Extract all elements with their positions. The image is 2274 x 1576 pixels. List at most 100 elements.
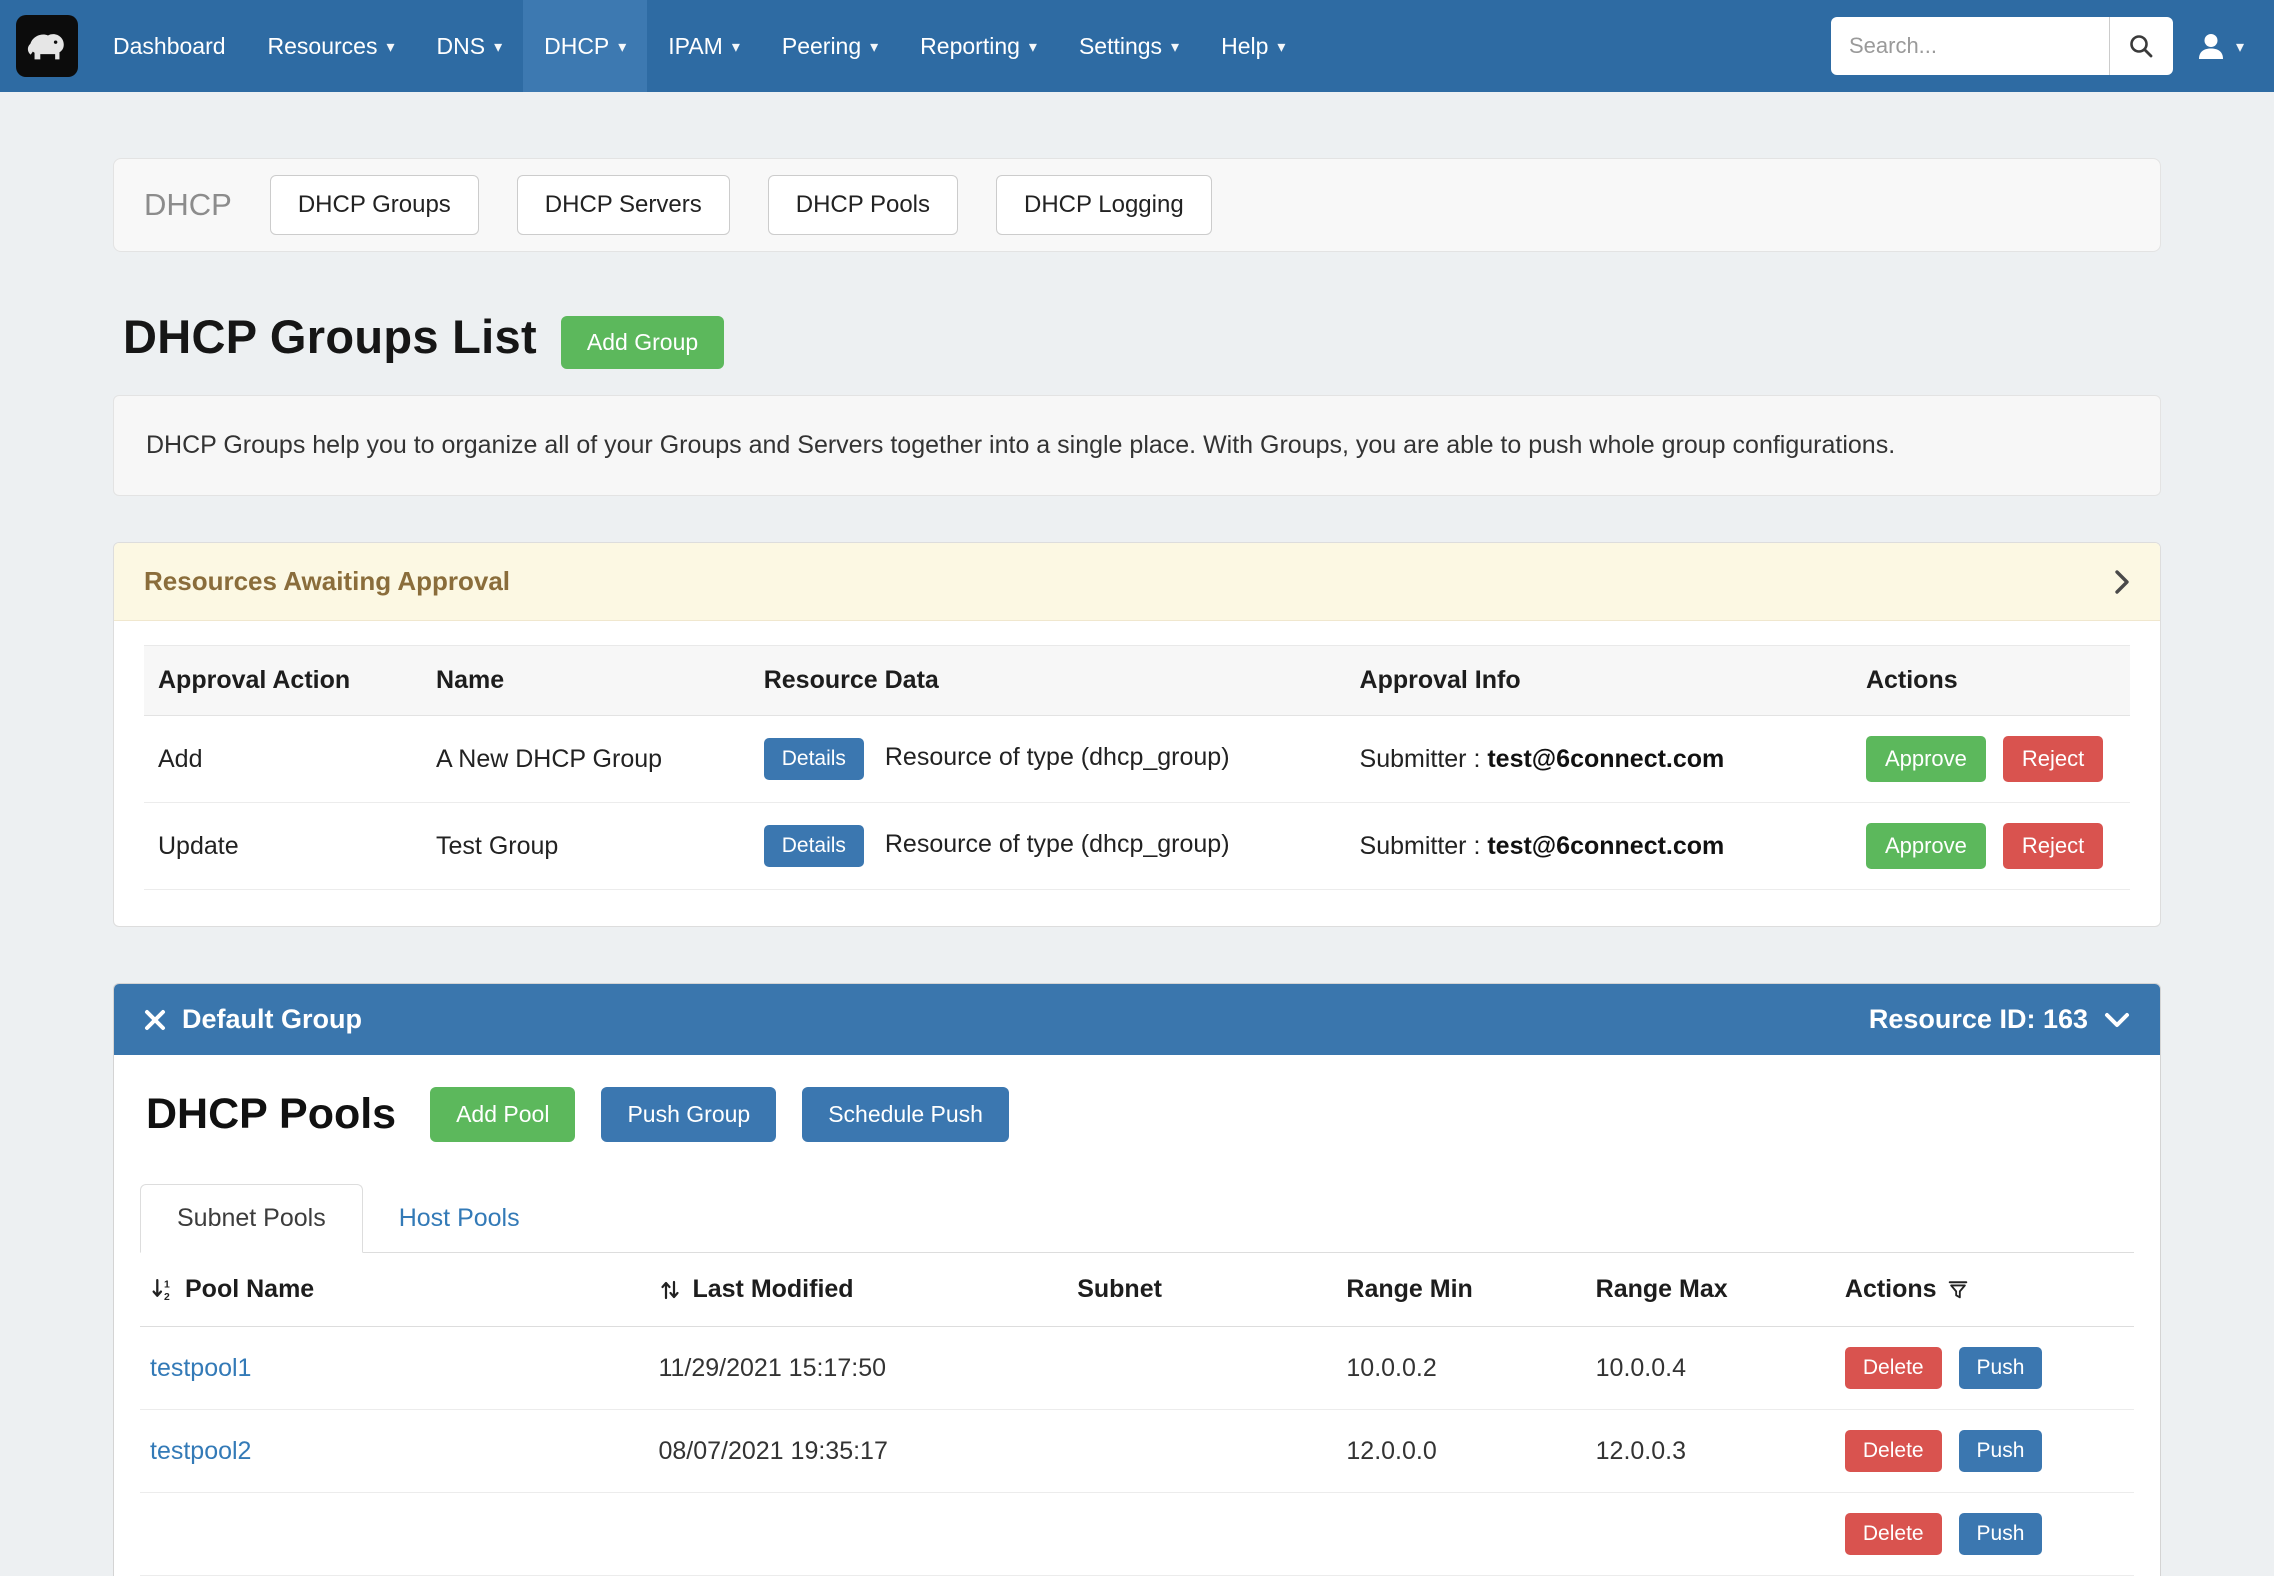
dhcp-logging-button[interactable]: DHCP Logging	[996, 175, 1212, 235]
group-header-left[interactable]: Default Group	[144, 1004, 362, 1035]
approval-table: Approval Action Name Resource Data Appro…	[144, 645, 2130, 890]
search-icon	[2128, 33, 2154, 59]
sort-numeric-down-icon[interactable]: 1 2	[150, 1277, 175, 1302]
approval-action-cell: Update	[144, 803, 422, 890]
nav-label: Reporting	[920, 33, 1020, 60]
tab-subnet-pools[interactable]: Subnet Pools	[140, 1184, 363, 1253]
push-button[interactable]: Push	[1959, 1347, 2043, 1389]
subnav-title: DHCP	[144, 187, 232, 223]
caret-down-icon: ▾	[386, 40, 394, 56]
details-button[interactable]: Details	[764, 825, 864, 867]
col-pool-name[interactable]: 1 2 Pool Name	[140, 1253, 648, 1327]
chevron-down-icon[interactable]	[2104, 1012, 2130, 1028]
range-max-cell: 12.0.0.3	[1586, 1410, 1835, 1493]
nav-item-peering[interactable]: Peering ▾	[761, 0, 899, 92]
nav-item-dashboard[interactable]: Dashboard	[92, 0, 247, 92]
pools-table: 1 2 Pool Name	[140, 1253, 2134, 1576]
close-icon[interactable]	[144, 1009, 166, 1031]
group-panel-body: DHCP Pools Add Pool Push Group Schedule …	[114, 1055, 2160, 1576]
pool-name-link[interactable]: testpool1	[150, 1354, 251, 1382]
approval-name-cell: A New DHCP Group	[422, 716, 750, 803]
col-label: Actions	[1845, 1275, 1937, 1304]
nav-label: Peering	[782, 33, 861, 60]
group-header-right[interactable]: Resource ID: 163	[1869, 1004, 2130, 1035]
details-button[interactable]: Details	[764, 738, 864, 780]
nav-label: Dashboard	[113, 33, 226, 60]
col-actions: Actions	[1852, 646, 2130, 716]
col-approval-action: Approval Action	[144, 646, 422, 716]
pools-heading-row: DHCP Pools Add Pool Push Group Schedule …	[140, 1087, 2134, 1142]
last-modified-cell: 08/07/2021 19:35:17	[648, 1410, 1067, 1493]
user-menu[interactable]: ▾	[2193, 22, 2246, 70]
search-input[interactable]	[1831, 17, 2109, 75]
nav-item-settings[interactable]: Settings ▾	[1058, 0, 1200, 92]
caret-down-icon: ▾	[732, 40, 740, 56]
col-approval-info: Approval Info	[1346, 646, 1852, 716]
delete-button[interactable]: Delete	[1845, 1430, 1942, 1472]
push-button[interactable]: Push	[1959, 1513, 2043, 1555]
caret-down-icon: ▾	[494, 40, 502, 56]
pool-actions-cell: Delete Push	[1835, 1493, 2134, 1576]
approval-panel-title: Resources Awaiting Approval	[144, 566, 510, 597]
subnet-cell	[1067, 1410, 1336, 1493]
approval-actions-cell: Approve Reject	[1852, 716, 2130, 803]
main-nav: Dashboard Resources ▾ DNS ▾ DHCP ▾ IPAM …	[92, 0, 1306, 92]
col-range-max: Range Max	[1586, 1253, 1835, 1327]
approval-resource-cell: Details Resource of type (dhcp_group)	[750, 716, 1346, 803]
push-button[interactable]: Push	[1959, 1430, 2043, 1472]
dhcp-pools-button[interactable]: DHCP Pools	[768, 175, 958, 235]
subnet-cell	[1067, 1327, 1336, 1410]
caret-down-icon: ▾	[2236, 40, 2244, 56]
resource-id-label: Resource ID: 163	[1869, 1004, 2088, 1035]
range-min-cell: 12.0.0.0	[1336, 1410, 1585, 1493]
pool-actions-cell: Delete Push	[1835, 1327, 2134, 1410]
reject-button[interactable]: Reject	[2003, 823, 2103, 869]
pool-row: Delete Push	[140, 1493, 2134, 1576]
delete-button[interactable]: Delete	[1845, 1513, 1942, 1555]
schedule-push-button[interactable]: Schedule Push	[802, 1087, 1009, 1142]
pools-tabs: Subnet Pools Host Pools	[140, 1184, 2134, 1253]
pool-name-cell	[140, 1493, 648, 1576]
nav-item-ipam[interactable]: IPAM ▾	[647, 0, 761, 92]
push-group-button[interactable]: Push Group	[601, 1087, 776, 1142]
pools-title: DHCP Pools	[146, 1090, 396, 1139]
delete-button[interactable]: Delete	[1845, 1347, 1942, 1389]
search-button[interactable]	[2109, 17, 2173, 75]
col-subnet: Subnet	[1067, 1253, 1336, 1327]
nav-label: DNS	[437, 33, 486, 60]
logo-mammoth-icon	[24, 23, 70, 69]
col-last-modified[interactable]: Last Modified	[648, 1253, 1067, 1327]
approve-button[interactable]: Approve	[1866, 823, 1986, 869]
dhcp-groups-button[interactable]: DHCP Groups	[270, 175, 479, 235]
submitter-label: Submitter :	[1360, 832, 1488, 860]
col-pool-actions: Actions	[1835, 1253, 2134, 1327]
nav-item-help[interactable]: Help ▾	[1200, 0, 1306, 92]
subnet-cell	[1067, 1493, 1336, 1576]
logo[interactable]	[16, 15, 78, 77]
last-modified-cell	[648, 1493, 1067, 1576]
approve-button[interactable]: Approve	[1866, 736, 1986, 782]
pool-name-cell: testpool2	[140, 1410, 648, 1493]
nav-item-dns[interactable]: DNS ▾	[416, 0, 524, 92]
page-description: DHCP Groups help you to organize all of …	[113, 395, 2161, 496]
search-group	[1831, 17, 2173, 75]
dhcp-servers-button[interactable]: DHCP Servers	[517, 175, 730, 235]
nav-label: DHCP	[544, 33, 609, 60]
filter-icon[interactable]	[1947, 1279, 1969, 1301]
add-pool-button[interactable]: Add Pool	[430, 1087, 575, 1142]
caret-down-icon: ▾	[1029, 40, 1037, 56]
nav-item-resources[interactable]: Resources ▾	[247, 0, 416, 92]
nav-item-reporting[interactable]: Reporting ▾	[899, 0, 1058, 92]
approval-panel-header[interactable]: Resources Awaiting Approval	[114, 543, 2160, 621]
sort-up-down-icon[interactable]	[658, 1278, 682, 1302]
default-group-panel: Default Group Resource ID: 163 DHCP Pool…	[113, 983, 2161, 1576]
reject-button[interactable]: Reject	[2003, 736, 2103, 782]
range-max-cell: 10.0.0.4	[1586, 1327, 1835, 1410]
nav-item-dhcp[interactable]: DHCP ▾	[523, 0, 647, 92]
col-label: Pool Name	[185, 1275, 314, 1304]
approval-panel-body: Approval Action Name Resource Data Appro…	[114, 621, 2160, 926]
pool-name-link[interactable]: testpool2	[150, 1437, 251, 1465]
pool-actions-cell: Delete Push	[1835, 1410, 2134, 1493]
tab-host-pools[interactable]: Host Pools	[363, 1185, 556, 1252]
add-group-button[interactable]: Add Group	[561, 316, 724, 369]
